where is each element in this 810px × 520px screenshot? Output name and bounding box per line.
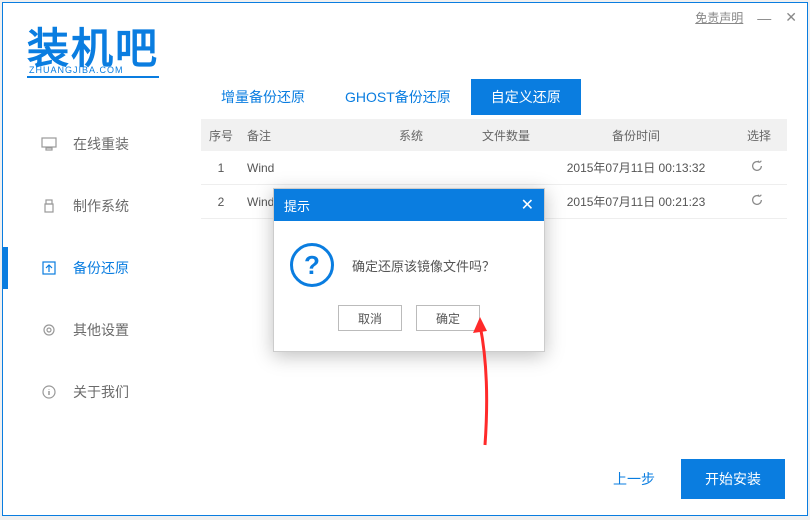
cancel-button[interactable]: 取消 bbox=[338, 305, 402, 331]
th-select: 选择 bbox=[737, 127, 787, 144]
td-note: Wind bbox=[241, 161, 361, 175]
th-time: 备份时间 bbox=[551, 127, 721, 144]
th-note: 备注 bbox=[241, 127, 361, 144]
sidebar-item-label: 制作系统 bbox=[73, 196, 129, 216]
confirm-dialog: 提示 ✕ ? 确定还原该镜像文件吗？ 取消 确定 bbox=[273, 188, 545, 352]
sidebar-item-label: 备份还原 bbox=[73, 258, 129, 278]
question-icon: ? bbox=[290, 243, 334, 287]
close-icon[interactable]: ✕ bbox=[521, 195, 534, 215]
gear-icon bbox=[41, 322, 57, 338]
dialog-body: ? 确定还原该镜像文件吗？ bbox=[274, 221, 544, 305]
sidebar: 在线重装 制作系统 备份还原 其他设置 关于我们 bbox=[3, 83, 181, 511]
info-icon bbox=[41, 384, 57, 400]
sidebar-item-label: 关于我们 bbox=[73, 382, 129, 402]
dialog-footer: 取消 确定 bbox=[274, 305, 544, 351]
tabs: 增量备份还原 GHOST备份还原 自定义还原 bbox=[201, 77, 787, 117]
dialog-header: 提示 ✕ bbox=[274, 189, 544, 221]
monitor-icon bbox=[41, 136, 57, 152]
sidebar-item-make-system[interactable]: 制作系统 bbox=[3, 175, 181, 237]
close-icon[interactable]: ✕ bbox=[785, 9, 797, 26]
tab-incremental[interactable]: 增量备份还原 bbox=[201, 79, 325, 115]
sidebar-item-backup-restore[interactable]: 备份还原 bbox=[3, 237, 181, 299]
th-files: 文件数量 bbox=[461, 127, 551, 144]
refresh-icon[interactable] bbox=[750, 196, 764, 210]
minimize-icon[interactable]: — bbox=[757, 10, 771, 26]
sidebar-item-other-settings[interactable]: 其他设置 bbox=[3, 299, 181, 361]
sidebar-item-about[interactable]: 关于我们 bbox=[3, 361, 181, 423]
footer: 上一步 开始安装 bbox=[603, 459, 785, 499]
td-time: 2015年07月11日 00:21:23 bbox=[551, 193, 721, 210]
sidebar-item-label: 在线重装 bbox=[73, 134, 129, 154]
prev-button[interactable]: 上一步 bbox=[603, 461, 665, 497]
th-seq: 序号 bbox=[201, 127, 241, 144]
window-controls: 免责声明 — ✕ bbox=[695, 9, 797, 26]
table-row[interactable]: 1 Wind 2015年07月11日 00:13:32 bbox=[201, 151, 787, 185]
tab-ghost[interactable]: GHOST备份还原 bbox=[325, 79, 471, 115]
header: 装机吧 ZHUANGJIBA.COM 免责声明 — ✕ bbox=[3, 3, 807, 83]
dialog-title: 提示 bbox=[284, 196, 310, 215]
backup-icon bbox=[41, 260, 57, 276]
dialog-message: 确定还原该镜像文件吗？ bbox=[352, 256, 495, 275]
sidebar-item-label: 其他设置 bbox=[73, 320, 129, 340]
disclaimer-link[interactable]: 免责声明 bbox=[695, 9, 743, 26]
ok-button[interactable]: 确定 bbox=[416, 305, 480, 331]
td-select bbox=[737, 159, 787, 176]
tab-custom[interactable]: 自定义还原 bbox=[471, 79, 581, 115]
refresh-icon[interactable] bbox=[750, 162, 764, 176]
app-window: 装机吧 ZHUANGJIBA.COM 免责声明 — ✕ 在线重装 制作系统 备份… bbox=[2, 2, 808, 516]
td-seq: 1 bbox=[201, 161, 241, 175]
usb-icon bbox=[41, 198, 57, 214]
logo-subtitle: ZHUANGJIBA.COM bbox=[29, 65, 124, 75]
td-time: 2015年07月11日 00:13:32 bbox=[551, 159, 721, 176]
table-header: 序号 备注 系统 文件数量 备份时间 选择 bbox=[201, 119, 787, 151]
install-button[interactable]: 开始安装 bbox=[681, 459, 785, 499]
td-select bbox=[737, 193, 787, 210]
sidebar-item-online-reinstall[interactable]: 在线重装 bbox=[3, 113, 181, 175]
th-system: 系统 bbox=[361, 127, 461, 144]
td-seq: 2 bbox=[201, 195, 241, 209]
